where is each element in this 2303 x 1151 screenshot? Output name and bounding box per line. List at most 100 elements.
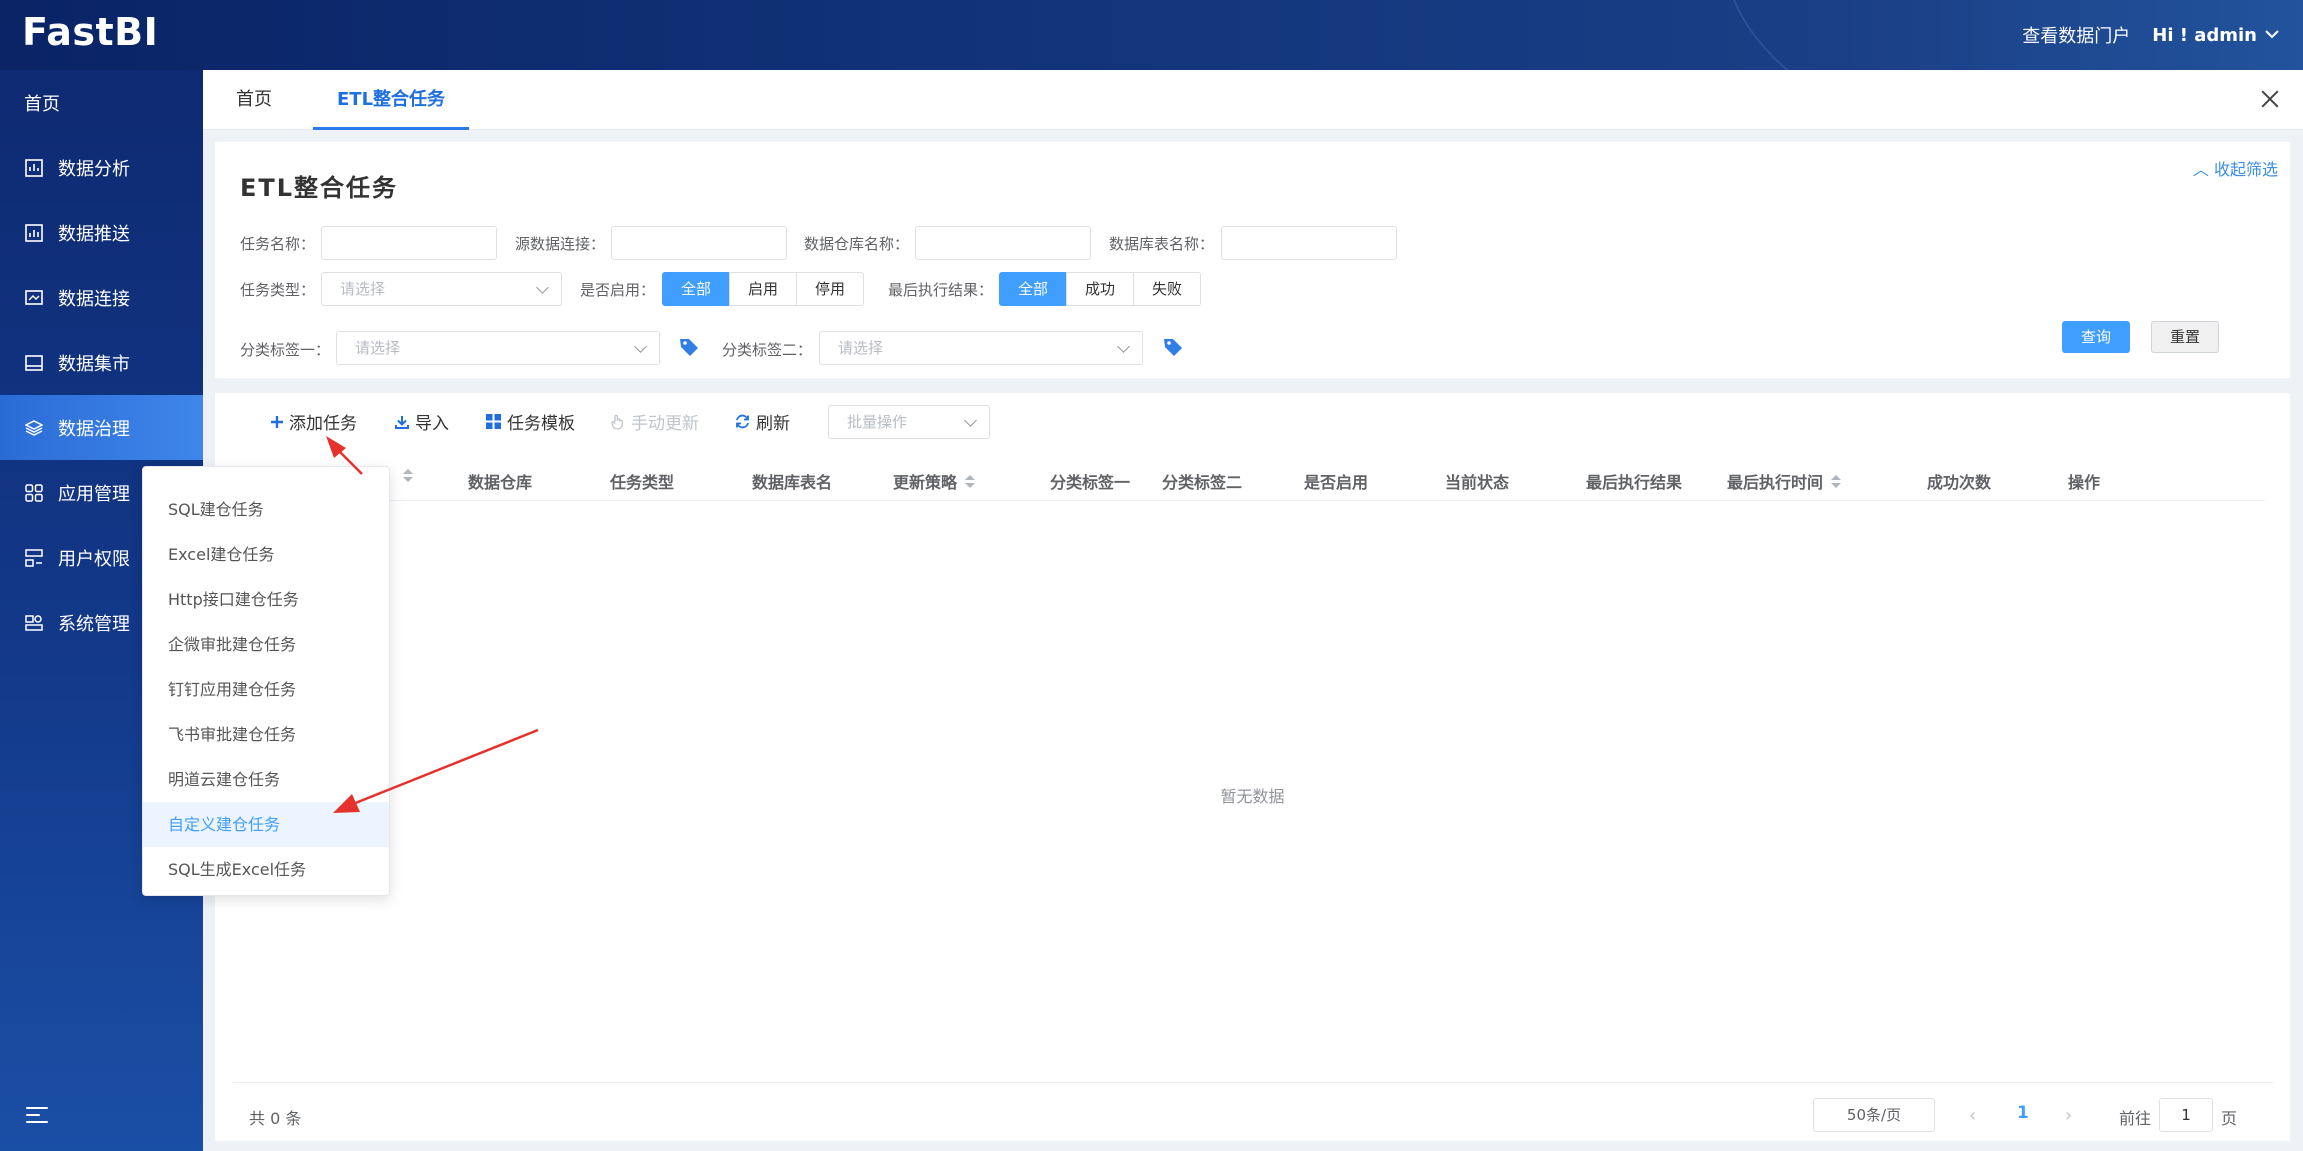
governance-icon — [24, 418, 44, 438]
menu-item-feishu-task[interactable]: 飞书审批建仓任务 — [143, 712, 389, 757]
last-result-segmented: 全部 成功 失败 — [999, 272, 1202, 306]
menu-item-sql-excel-task[interactable]: SQL生成Excel任务 — [143, 847, 389, 892]
sidebar-item-label: 数据推送 — [58, 223, 130, 245]
next-page-icon[interactable]: › — [2065, 1105, 2072, 1126]
menu-item-dingtalk-task[interactable]: 钉钉应用建仓任务 — [143, 667, 389, 712]
sidebar-item-push[interactable]: 数据推送 — [0, 200, 203, 265]
goto-label: 前往 — [2119, 1109, 2152, 1128]
task-type-select[interactable]: 请选择 — [321, 272, 562, 306]
chevron-down-icon — [634, 340, 647, 353]
add-task-button[interactable]: 添加任务 — [271, 409, 357, 434]
column-header: 操作 — [2068, 473, 2101, 492]
source-connection-input[interactable] — [611, 226, 787, 260]
page-title: ETL整合任务 — [240, 174, 399, 202]
task-list-panel: 添加任务 导入 任务模板 手动更新 刷新 批量操作 数据仓库 任务类型 数据库表… — [215, 393, 2290, 1141]
sidebar-item-home[interactable]: 首页 — [0, 70, 203, 135]
menu-collapse-icon[interactable] — [26, 1107, 48, 1125]
enabled-segmented: 全部 启用 停用 — [662, 272, 865, 306]
refresh-button[interactable]: 刷新 — [735, 409, 790, 434]
reset-button[interactable]: 重置 — [2151, 321, 2220, 353]
tag2-select[interactable]: 请选择 — [819, 331, 1143, 365]
column-header: 成功次数 — [1927, 473, 1992, 492]
push-icon — [24, 223, 44, 243]
sidebar-item-label: 数据分析 — [58, 158, 130, 180]
users-icon — [24, 548, 44, 568]
sidebar-item-label: 用户权限 — [58, 548, 130, 570]
page-size-select[interactable]: 50条/页 — [1813, 1098, 1935, 1132]
enabled-option-all[interactable]: 全部 — [662, 272, 731, 306]
column-header-last-exec-time[interactable]: 最后执行时间 — [1727, 469, 1842, 493]
tag2-label: 分类标签二： — [722, 341, 813, 359]
column-header: 是否启用 — [1304, 473, 1369, 492]
manual-update-button[interactable]: 手动更新 — [611, 409, 699, 434]
chevron-down-icon[interactable] — [2265, 27, 2279, 43]
enabled-option-on[interactable]: 启用 — [729, 272, 798, 306]
filter-panel: ETL整合任务 ︿ 收起筛选 任务名称： 源数据连接： 数据仓库名称： 数据库表… — [215, 142, 2290, 378]
sidebar-item-connection[interactable]: 数据连接 — [0, 265, 203, 330]
menu-item-http-task[interactable]: Http接口建仓任务 — [143, 577, 389, 622]
sidebar-item-label: 数据集市 — [58, 353, 130, 375]
datamart-icon — [24, 353, 44, 373]
divider — [233, 1082, 2273, 1083]
sidebar-item-label: 数据治理 — [58, 418, 130, 440]
sidebar-item-datamart[interactable]: 数据集市 — [0, 330, 203, 395]
sort-icon — [1831, 474, 1842, 488]
sidebar-item-analysis[interactable]: 数据分析 — [0, 135, 203, 200]
chevron-down-icon — [536, 281, 549, 294]
warehouse-name-label: 数据仓库名称： — [804, 235, 910, 253]
task-type-label: 任务类型： — [240, 281, 316, 299]
result-option-fail[interactable]: 失败 — [1133, 272, 1202, 306]
collapse-filter-link[interactable]: ︿ 收起筛选 — [2193, 156, 2278, 180]
query-button[interactable]: 查询 — [2062, 321, 2131, 353]
page-unit-label: 页 — [2221, 1109, 2238, 1128]
top-bar: FastBI 查看数据门户 Hi ! admin — [0, 0, 2303, 70]
import-button[interactable]: 导入 — [395, 409, 449, 434]
source-connection-label: 源数据连接： — [515, 235, 606, 253]
menu-item-mingdao-task[interactable]: 明道云建仓任务 — [143, 757, 389, 802]
tab-etl-tasks[interactable]: ETL整合任务 — [313, 70, 470, 130]
menu-item-custom-task[interactable]: 自定义建仓任务 — [143, 802, 389, 847]
column-header: 最后执行结果 — [1586, 473, 1683, 492]
batch-operations-select[interactable]: 批量操作 — [828, 405, 990, 439]
column-header-update-strategy[interactable]: 更新策略 — [893, 469, 976, 493]
app-logo[interactable]: FastBI — [22, 10, 158, 54]
sidebar-item-label: 应用管理 — [58, 483, 130, 505]
enabled-option-off[interactable]: 停用 — [796, 272, 865, 306]
menu-item-sql-task[interactable]: SQL建仓任务 — [143, 487, 389, 532]
enabled-label: 是否启用： — [580, 281, 656, 299]
sort-icon — [965, 474, 976, 488]
sidebar-item-label: 系统管理 — [58, 613, 130, 635]
task-name-input[interactable] — [321, 226, 497, 260]
menu-item-excel-task[interactable]: Excel建仓任务 — [143, 532, 389, 577]
chevron-down-icon — [1117, 340, 1130, 353]
table-name-input[interactable] — [1221, 226, 1397, 260]
total-count: 共 0 条 — [249, 1109, 302, 1128]
tag-icon[interactable] — [678, 336, 700, 358]
prev-page-icon[interactable]: ‹ — [1969, 1105, 1976, 1126]
task-template-button[interactable]: 任务模板 — [486, 409, 575, 434]
user-menu[interactable]: Hi ! admin — [2152, 25, 2257, 46]
chevron-down-icon — [964, 414, 977, 427]
top-right-links: 查看数据门户 Hi ! admin — [2022, 22, 2279, 48]
sidebar-item-label: 数据连接 — [58, 288, 130, 310]
goto-page-input[interactable]: 1 — [2159, 1098, 2213, 1132]
result-option-success[interactable]: 成功 — [1066, 272, 1135, 306]
sidebar-item-governance[interactable]: 数据治理 — [0, 395, 203, 460]
last-result-label: 最后执行结果： — [888, 281, 994, 299]
sidebar-item-label: 首页 — [24, 93, 60, 115]
menu-item-wecom-task[interactable]: 企微审批建仓任务 — [143, 622, 389, 667]
tag-icon[interactable] — [1162, 336, 1184, 358]
column-header: 数据仓库 — [468, 473, 533, 492]
warehouse-name-input[interactable] — [915, 226, 1091, 260]
sort-icon-first-column[interactable] — [395, 469, 413, 482]
result-option-all[interactable]: 全部 — [999, 272, 1068, 306]
tag1-select[interactable]: 请选择 — [336, 331, 660, 365]
table-name-label: 数据库表名称： — [1109, 235, 1215, 253]
close-icon[interactable] — [2259, 88, 2281, 110]
download-icon — [395, 415, 409, 429]
column-header: 分类标签一 — [1050, 473, 1131, 492]
tab-home[interactable]: 首页 — [236, 70, 272, 130]
portal-link[interactable]: 查看数据门户 — [2022, 22, 2130, 48]
grid-icon — [486, 414, 501, 429]
current-page[interactable]: 1 — [2017, 1103, 2029, 1123]
